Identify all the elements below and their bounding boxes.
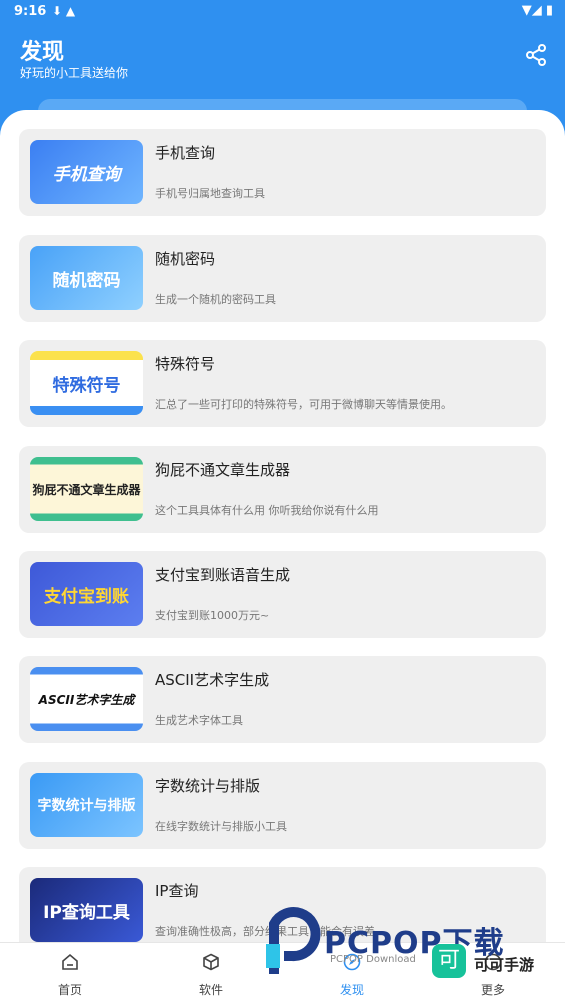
thumbnail-text: 随机密码: [52, 270, 121, 291]
thumbnail-text: 狗屁不通文章生成器: [32, 482, 141, 497]
tool-description: 生成一个随机的密码工具: [155, 293, 276, 306]
tool-thumbnail: ASCII艺术字生成: [30, 667, 143, 731]
tool-card-ascii-art[interactable]: ASCII艺术字生成 ASCII艺术字生成 生成艺术字体工具: [19, 656, 546, 743]
app-logo: 可: [432, 944, 466, 978]
tool-card-article-generator[interactable]: 狗屁不通文章生成器 狗屁不通文章生成器 这个工具具体有什么用 你听我给你说有什么…: [19, 446, 546, 533]
tool-card-special-symbols[interactable]: 特殊符号 特殊符号 汇总了一些可打印的特殊符号，可用于微博聊天等情景使用。: [19, 340, 546, 427]
tool-title: 狗屁不通文章生成器: [155, 461, 291, 479]
tool-card-alipay-voice[interactable]: 支付宝到账 支付宝到账语音生成 支付宝到账1000万元~: [19, 551, 546, 638]
app-name: 可可手游: [474, 956, 535, 974]
pcpop-logo-icon: [266, 907, 321, 974]
tool-description: 支付宝到账1000万元~: [155, 609, 270, 622]
tool-title: 随机密码: [155, 250, 216, 268]
tool-title: 字数统计与排版: [155, 777, 261, 795]
thumbnail-text: 手机查询: [52, 164, 121, 185]
tool-title: 手机查询: [155, 144, 216, 162]
thumbnail-text: 支付宝到账: [44, 586, 129, 607]
tool-thumbnail: IP查询工具: [30, 878, 143, 942]
thumbnail-text: 特殊符号: [52, 375, 121, 396]
thumbnail-text: ASCII艺术字生成: [38, 692, 135, 707]
share-icon[interactable]: [525, 44, 547, 66]
tool-thumbnail: 特殊符号: [30, 351, 143, 415]
tool-description: 汇总了一些可打印的特殊符号，可用于微博聊天等情景使用。: [155, 398, 452, 411]
watermark-subtext: PCPOP Download: [330, 954, 416, 965]
status-time: 9:16: [14, 4, 47, 19]
tool-description: 生成艺术字体工具: [155, 714, 243, 727]
nav-item-home[interactable]: 首页: [20, 943, 120, 1005]
tool-thumbnail: 随机密码: [30, 246, 143, 310]
tool-thumbnail: 手机查询: [30, 140, 143, 204]
tool-title: 支付宝到账语音生成: [155, 566, 291, 584]
nav-label: 发现: [339, 983, 364, 997]
status-system-icons: ▼◢ ▮: [521, 3, 553, 18]
tool-title: ASCII艺术字生成: [155, 671, 270, 689]
nav-item-software[interactable]: 软件: [161, 943, 261, 1005]
thumbnail-text: 字数统计与排版: [37, 798, 136, 814]
thumbnail-text: IP查询工具: [43, 902, 130, 923]
tool-description: 在线字数统计与排版小工具: [155, 820, 287, 833]
tool-thumbnail: 支付宝到账: [30, 562, 143, 626]
status-notification-icons: ⬇ ▲: [52, 4, 76, 18]
tool-thumbnail: 狗屁不通文章生成器: [30, 457, 143, 521]
tools-sheet: 手机查询 手机查询 手机号归属地查询工具 随机密码 随机密码 生成一个随机的密码…: [0, 110, 565, 1004]
status-bar: 9:16 ⬇ ▲ ▼◢ ▮: [0, 0, 565, 26]
cube-icon: [203, 953, 219, 971]
page-title: 发现: [20, 40, 65, 65]
tool-description: 手机号归属地查询工具: [155, 187, 265, 200]
home-icon: [62, 953, 78, 970]
nav-label: 首页: [57, 983, 82, 997]
tool-thumbnail: 字数统计与排版: [30, 773, 143, 837]
tool-description: 这个工具具体有什么用 你听我给你说有什么用: [155, 504, 379, 517]
watermark: PCPOP下载 PCPOP Download 可 可可手游: [262, 904, 552, 978]
nav-label: 更多: [480, 983, 505, 997]
tool-card-word-count[interactable]: 字数统计与排版 字数统计与排版 在线字数统计与排版小工具: [19, 762, 546, 849]
tool-card-phone-query[interactable]: 手机查询 手机查询 手机号归属地查询工具: [19, 129, 546, 216]
tool-card-random-password[interactable]: 随机密码 随机密码 生成一个随机的密码工具: [19, 235, 546, 322]
tool-title: 特殊符号: [155, 355, 216, 373]
tool-title: IP查询: [155, 882, 199, 900]
page-subtitle: 好玩的小工具送给你: [20, 66, 129, 80]
nav-label: 软件: [198, 983, 223, 997]
